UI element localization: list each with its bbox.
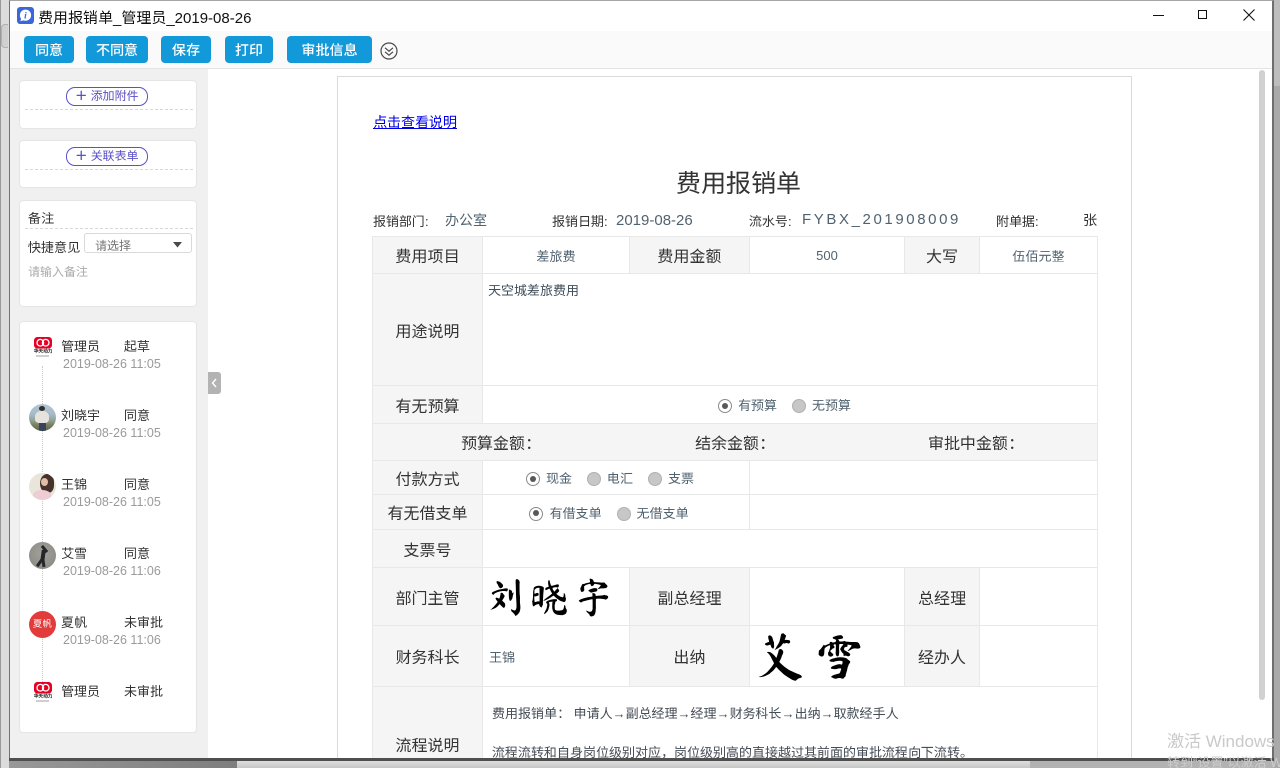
- svg-text:华天动力: 华天动力: [34, 693, 52, 700]
- svg-text:华天动力: 华天动力: [34, 348, 52, 355]
- svg-text:i: i: [24, 12, 27, 22]
